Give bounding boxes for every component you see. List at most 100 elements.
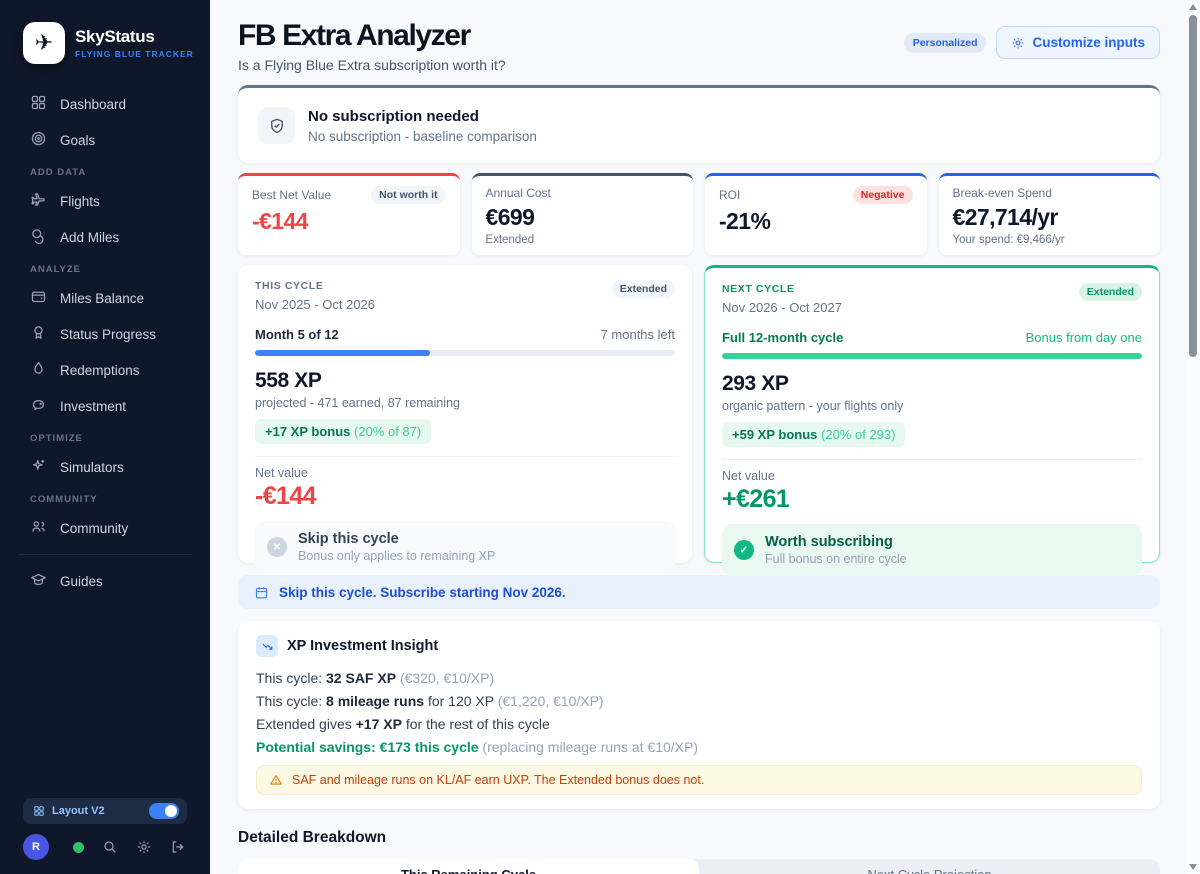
tab-next-cycle-projection[interactable]: Next Cycle Projection — [699, 859, 1160, 874]
layout-toggle-label: Layout V2 — [52, 805, 149, 817]
piggy-bank-icon — [30, 396, 47, 416]
sidebar: ✈ SkyStatus FLYING BLUE TRACKER Dashboar… — [0, 0, 210, 874]
xp-bonus-value: +17 XP bonus — [265, 424, 350, 439]
cycle-cards-row: THIS CYCLE Nov 2025 - Oct 2026 Extended … — [238, 265, 1160, 563]
logout-icon[interactable] — [170, 839, 186, 855]
divider — [722, 459, 1142, 460]
gear-icon — [1011, 36, 1025, 50]
sidebar-item-redemptions[interactable]: Redemptions — [0, 352, 210, 388]
verdict-subtitle: Bonus only applies to remaining XP — [298, 549, 495, 563]
extended-badge: Extended — [1079, 283, 1142, 301]
stat-card-best-net-value: Best Net Value Not worth it -€144 — [238, 173, 460, 255]
sidebar-item-label: Add Miles — [60, 230, 119, 245]
stat-sub: Your spend: €9,466/yr — [953, 234, 1147, 246]
cycle-label: NEXT CYCLE — [722, 283, 842, 295]
avatar[interactable]: R — [23, 834, 49, 860]
status-badge: Not worth it — [371, 186, 445, 204]
recommendation-banner: No subscription needed No subscription -… — [238, 85, 1160, 163]
xp-subtitle: organic pattern - your flights only — [722, 399, 1142, 413]
nav-section-optimize: OPTIMIZE — [0, 424, 210, 449]
sidebar-item-label: Simulators — [60, 460, 124, 475]
stat-label: Break-even Spend — [953, 186, 1052, 200]
page-subtitle: Is a Flying Blue Extra subscription wort… — [238, 57, 506, 73]
customize-inputs-button[interactable]: Customize inputs — [996, 26, 1160, 59]
page-title: FB Extra Analyzer — [238, 20, 506, 52]
scrollbar[interactable] — [1186, 0, 1200, 874]
tab-this-remaining-cycle[interactable]: This Remaining Cycle — [238, 859, 699, 874]
insight-line: This cycle: 32 SAF XP (€320, €10/XP) — [256, 667, 1142, 690]
net-value: +€261 — [722, 485, 1142, 514]
xp-bonus-pill: +59 XP bonus (20% of 293) — [722, 422, 905, 447]
progress-label: Month 5 of 12 — [255, 327, 339, 342]
medal-icon — [30, 324, 47, 344]
sidebar-item-label: Flights — [60, 194, 100, 209]
sidebar-item-guides[interactable]: Guides — [0, 563, 210, 599]
xp-bonus-pill: +17 XP bonus (20% of 87) — [255, 419, 431, 444]
recommendation-subtitle: No subscription - baseline comparison — [308, 129, 537, 144]
sidebar-item-label: Dashboard — [60, 97, 126, 112]
grid-icon — [33, 805, 45, 817]
stat-value: -21% — [719, 208, 913, 235]
stat-card-annual-cost: Annual Cost €699 Extended — [472, 173, 694, 255]
sidebar-item-label: Guides — [60, 574, 103, 589]
personalized-badge: Personalized — [904, 33, 987, 53]
scroll-down-arrow[interactable] — [1189, 864, 1197, 870]
sidebar-item-label: Status Progress — [60, 327, 156, 342]
sidebar-item-label: Miles Balance — [60, 291, 144, 306]
detailed-breakdown-title: Detailed Breakdown — [238, 829, 1160, 847]
customize-inputs-label: Customize inputs — [1032, 35, 1145, 50]
cycle-label: THIS CYCLE — [255, 280, 375, 292]
cycle-verdict: ✓ Worth subscribing Full bonus on entire… — [722, 524, 1142, 576]
calendar-icon — [254, 585, 269, 600]
stat-label: ROI — [719, 188, 740, 202]
layout-v2-switch[interactable] — [149, 803, 179, 819]
brand-tagline: FLYING BLUE TRACKER — [75, 49, 194, 59]
sidebar-item-investment[interactable]: Investment — [0, 388, 210, 424]
sidebar-item-miles-balance[interactable]: Miles Balance — [0, 280, 210, 316]
brand-name: SkyStatus — [75, 27, 194, 47]
sidebar-item-simulators[interactable]: Simulators — [0, 449, 210, 485]
stat-value: €27,714/yr — [953, 204, 1147, 231]
wallet-icon — [30, 288, 47, 308]
progress-fill — [255, 350, 430, 356]
insight-title: XP Investment Insight — [287, 638, 438, 654]
divider — [18, 554, 192, 555]
coins-icon — [30, 227, 47, 247]
x-circle-icon: ✕ — [267, 537, 287, 557]
warning-triangle-icon — [269, 773, 283, 787]
sidebar-item-label: Community — [60, 521, 128, 536]
stat-value: €699 — [486, 204, 680, 231]
sidebar-item-goals[interactable]: Goals — [0, 122, 210, 158]
verdict-title: Skip this cycle — [298, 531, 495, 547]
warning-text: SAF and mileage runs on KL/AF earn UXP. … — [292, 773, 704, 787]
insight-savings-line: Potential savings: €173 this cycle (repl… — [256, 736, 1142, 759]
xp-bonus-note: (20% of 293) — [821, 427, 895, 442]
sidebar-item-label: Investment — [60, 399, 126, 414]
insight-line: Extended gives +17 XP for the rest of th… — [256, 713, 1142, 736]
xp-subtitle: projected - 471 earned, 87 remaining — [255, 396, 675, 410]
progress-right-label: 7 months left — [601, 327, 675, 342]
sidebar-item-dashboard[interactable]: Dashboard — [0, 86, 210, 122]
sidebar-item-add-miles[interactable]: Add Miles — [0, 219, 210, 255]
stat-card-break-even: Break-even Spend €27,714/yr Your spend: … — [939, 173, 1161, 255]
progress-bar — [255, 350, 675, 356]
gear-icon[interactable] — [136, 839, 152, 855]
sidebar-item-label: Redemptions — [60, 363, 140, 378]
sidebar-item-community[interactable]: Community — [0, 510, 210, 546]
grid-icon — [30, 94, 47, 114]
this-cycle-card: THIS CYCLE Nov 2025 - Oct 2026 Extended … — [238, 265, 692, 563]
xp-total: 558 XP — [255, 369, 675, 393]
xp-total: 293 XP — [722, 372, 1142, 396]
layout-v2-toggle-row[interactable]: Layout V2 — [23, 798, 187, 824]
shield-check-icon — [258, 107, 295, 144]
stat-card-roi: ROI Negative -21% — [705, 173, 927, 255]
stat-sub: Extended — [486, 234, 680, 246]
search-icon[interactable] — [102, 839, 118, 855]
sidebar-item-status-progress[interactable]: Status Progress — [0, 316, 210, 352]
net-value: -€144 — [255, 482, 675, 511]
stats-row: Best Net Value Not worth it -€144 Annual… — [238, 173, 1160, 255]
scrollbar-thumb[interactable] — [1189, 15, 1197, 357]
sidebar-item-flights[interactable]: Flights — [0, 183, 210, 219]
scroll-up-arrow[interactable] — [1189, 4, 1197, 10]
plane-icon — [30, 191, 47, 211]
